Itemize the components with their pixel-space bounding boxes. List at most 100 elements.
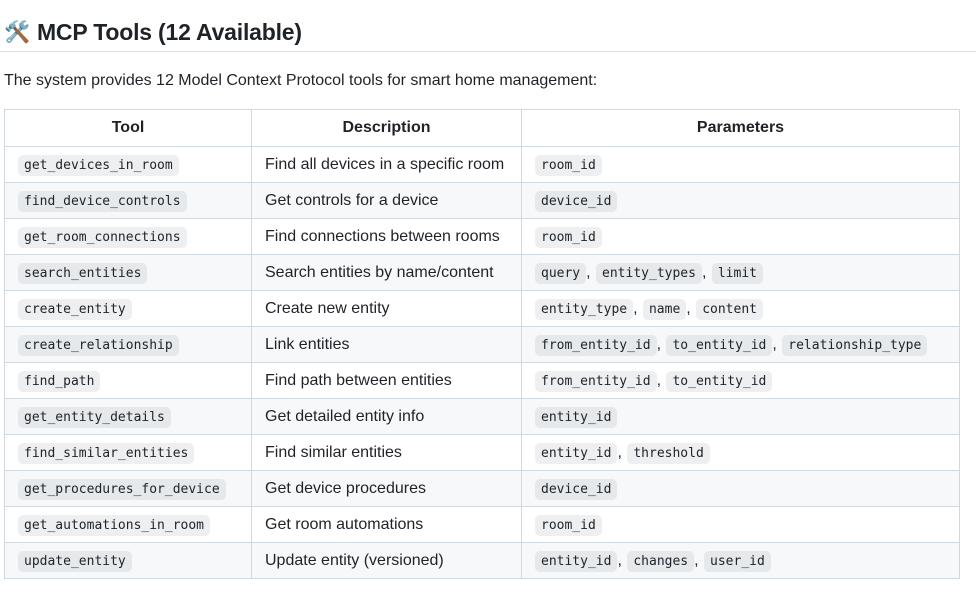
tool-cell: get_room_connections xyxy=(4,218,252,255)
param-separator: , xyxy=(633,299,642,317)
param-separator: , xyxy=(586,263,596,281)
table-row: find_path Find path between entities from_… xyxy=(4,362,960,399)
header-description: Description xyxy=(251,109,522,147)
parameter-name: name xyxy=(642,298,687,320)
tool-cell: find_device_controls xyxy=(4,182,252,219)
heading-text: MCP Tools (12 Available) xyxy=(36,18,302,45)
param-separator: , xyxy=(617,443,627,461)
tool-name: find_device_controls xyxy=(18,190,187,212)
heading-divider xyxy=(0,51,976,52)
parameter-name: limit xyxy=(711,262,763,284)
table-header-row: Tool Description Parameters xyxy=(4,109,960,147)
parameters-cell: from_entity_id, to_entity_id xyxy=(521,362,960,399)
table-row: get_automations_in_room Get room automati… xyxy=(4,506,960,543)
section-heading: 🛠️ MCP Tools (12 Available) xyxy=(4,16,302,48)
param-separator: , xyxy=(686,299,696,317)
parameters-cell: device_id xyxy=(521,470,960,507)
description-cell: Get controls for a device xyxy=(251,182,522,219)
parameter-name: entity_id xyxy=(535,550,618,572)
tool-name: create_entity xyxy=(18,298,132,320)
parameter-name: threshold xyxy=(627,442,710,464)
parameter-name: entity_type xyxy=(535,298,634,320)
parameters-cell: query, entity_types, limit xyxy=(521,254,960,291)
header-parameters: Parameters xyxy=(521,109,960,147)
table-row: get_room_connections Find connections bet… xyxy=(4,218,960,255)
parameters-cell: entity_id, changes, user_id xyxy=(521,542,960,579)
tool-name: search_entities xyxy=(18,262,148,284)
table-row: find_similar_entities Find similar entiti… xyxy=(4,434,960,471)
tool-name: get_automations_in_room xyxy=(18,514,211,536)
tool-cell: get_entity_details xyxy=(4,398,252,435)
parameter-name: to_entity_id xyxy=(666,334,773,356)
tool-cell: find_similar_entities xyxy=(4,434,252,471)
parameters-cell: device_id xyxy=(521,182,960,219)
tool-cell: search_entities xyxy=(4,254,252,291)
description-cell: Get device procedures xyxy=(251,470,522,507)
table-row: get_devices_in_room Find all devices in a… xyxy=(4,146,960,183)
table-row: get_entity_details Get detailed entity in… xyxy=(4,398,960,435)
tool-name: get_devices_in_room xyxy=(18,154,179,176)
parameter-name: query xyxy=(535,262,587,284)
parameter-name: user_id xyxy=(704,550,771,572)
intro-paragraph: The system provides 12 Model Context Pro… xyxy=(4,72,598,89)
table-row: search_entities Search entities by name/c… xyxy=(4,254,960,291)
parameters-cell: room_id xyxy=(521,506,960,543)
description-cell: Search entities by name/content xyxy=(251,254,522,291)
tools-icon: 🛠️ xyxy=(4,19,30,44)
parameters-cell: entity_id xyxy=(521,398,960,435)
document: 🛠️ MCP Tools (12 Available) The system p… xyxy=(0,0,976,603)
tool-name: get_entity_details xyxy=(18,406,171,428)
description-cell: Find connections between rooms xyxy=(251,218,522,255)
tool-cell: find_path xyxy=(4,362,252,399)
tool-name: get_room_connections xyxy=(18,226,187,248)
param-separator: , xyxy=(694,551,704,569)
parameter-name: room_id xyxy=(535,154,602,176)
tool-name: update_entity xyxy=(18,550,132,572)
parameter-name: entity_types xyxy=(596,262,702,284)
header-tool: Tool xyxy=(4,109,252,147)
tool-cell: get_devices_in_room xyxy=(4,146,252,183)
parameters-cell: entity_type, name, content xyxy=(521,290,960,327)
table-row: find_device_controls Get controls for a d… xyxy=(4,182,960,219)
table-row: update_entity Update entity (versioned) en… xyxy=(4,542,960,579)
table-row: create_relationship Link entities from_ent… xyxy=(4,326,960,363)
parameter-name: to_entity_id xyxy=(666,370,773,392)
tool-cell: create_entity xyxy=(4,290,252,327)
parameter-name: device_id xyxy=(535,478,618,500)
param-separator: , xyxy=(656,371,666,389)
parameter-name: device_id xyxy=(535,190,618,212)
description-cell: Find all devices in a specific room xyxy=(251,146,522,183)
tool-name: find_similar_entities xyxy=(18,442,195,464)
tools-table: Tool Description Parameters get_devices_… xyxy=(4,109,960,579)
parameter-name: room_id xyxy=(535,226,602,248)
description-cell: Find similar entities xyxy=(251,434,522,471)
table-row: get_procedures_for_device Get device proc… xyxy=(4,470,960,507)
parameter-name: from_entity_id xyxy=(535,370,657,392)
param-separator: , xyxy=(656,335,666,353)
tool-name: get_procedures_for_device xyxy=(18,478,226,500)
parameter-name: entity_id xyxy=(535,442,618,464)
parameters-cell: room_id xyxy=(521,218,960,255)
parameters-cell: entity_id, threshold xyxy=(521,434,960,471)
param-separator: , xyxy=(701,263,711,281)
parameter-name: room_id xyxy=(535,514,602,536)
parameter-name: relationship_type xyxy=(782,334,928,356)
parameter-name: content xyxy=(696,298,763,320)
parameter-name: entity_id xyxy=(535,406,618,428)
description-cell: Get room automations xyxy=(251,506,522,543)
param-separator: , xyxy=(617,551,627,569)
description-cell: Find path between entities xyxy=(251,362,522,399)
tool-cell: create_relationship xyxy=(4,326,252,363)
description-cell: Update entity (versioned) xyxy=(251,542,522,579)
parameters-cell: from_entity_id, to_entity_id, relationsh… xyxy=(521,326,960,363)
parameters-cell: room_id xyxy=(521,146,960,183)
parameter-name: from_entity_id xyxy=(535,334,657,356)
parameter-name: changes xyxy=(627,550,695,572)
param-separator: , xyxy=(772,335,782,353)
tool-name: create_relationship xyxy=(18,334,179,356)
table-row: create_entity Create new entity entity_typ… xyxy=(4,290,960,327)
tool-cell: get_procedures_for_device xyxy=(4,470,252,507)
description-cell: Create new entity xyxy=(251,290,522,327)
tool-cell: get_automations_in_room xyxy=(4,506,252,543)
description-cell: Link entities xyxy=(251,326,522,363)
